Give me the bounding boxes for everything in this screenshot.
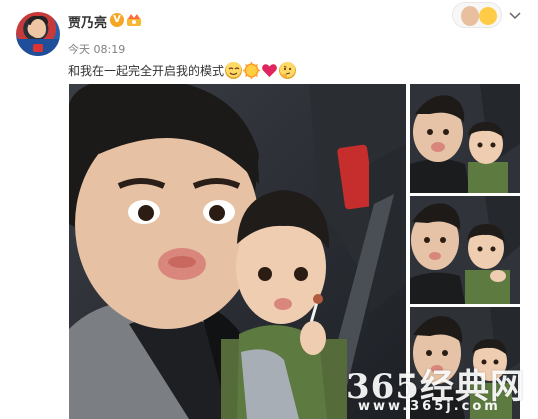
watermark-url: www.365j.com bbox=[358, 399, 501, 414]
verified-badge-icon[interactable]: V bbox=[110, 13, 124, 27]
site-watermark: 365经典网 www.365j.com bbox=[336, 355, 538, 419]
username[interactable]: 贾乃亮 bbox=[68, 12, 107, 31]
photo-thumbnail-2[interactable] bbox=[410, 196, 520, 304]
photo-thumbnail-1[interactable] bbox=[410, 84, 520, 193]
post-text: 和我在一起完全开启我的模式 bbox=[68, 62, 297, 79]
card-sun-badge bbox=[479, 7, 497, 25]
chevron-down-icon[interactable] bbox=[508, 8, 522, 22]
avatar-emblem bbox=[33, 44, 43, 52]
selfie-thumb-1-illustration bbox=[410, 84, 520, 193]
sun-icon bbox=[243, 62, 261, 79]
vip-crown-icon[interactable] bbox=[126, 13, 142, 27]
avatar-face bbox=[30, 19, 46, 38]
user-card-icon[interactable] bbox=[452, 2, 502, 28]
selfie-thumb-2-illustration bbox=[410, 196, 520, 304]
thinking-face-icon bbox=[279, 62, 297, 79]
squint-face-icon bbox=[225, 62, 243, 79]
user-avatar[interactable] bbox=[16, 12, 60, 56]
post-timestamp[interactable]: 今天 08:19 bbox=[68, 41, 125, 57]
post-text-content: 和我在一起完全开启我的模式 bbox=[68, 64, 225, 78]
heart-icon bbox=[261, 62, 278, 79]
card-avatar-face bbox=[461, 6, 479, 26]
